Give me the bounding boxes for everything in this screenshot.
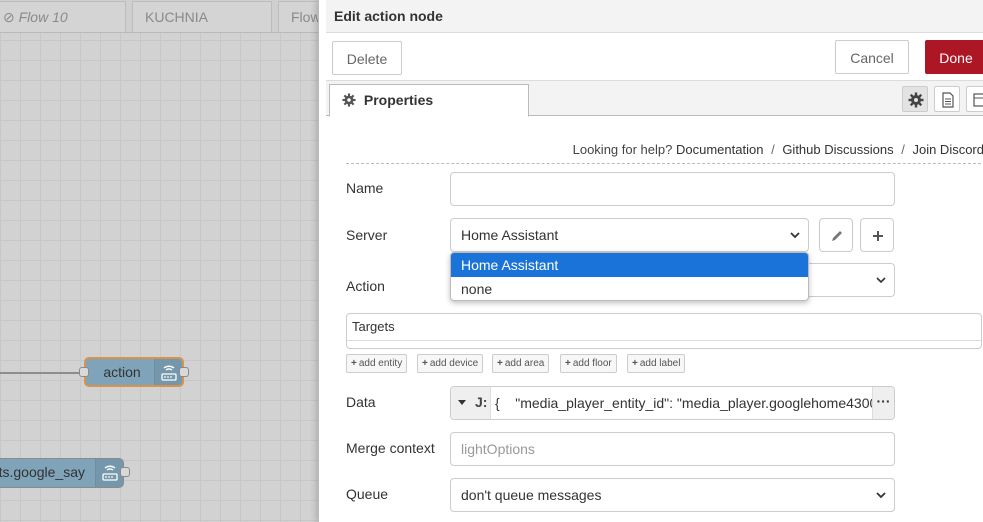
add-label-button[interactable]: + add label — [627, 354, 686, 373]
data-input[interactable]: J: { "media_player_entity_id": "media_pl… — [450, 386, 895, 420]
workspace-tab-label: Flow 10 — [18, 9, 68, 25]
add-area-button[interactable]: + add area — [492, 354, 550, 373]
data-label: Data — [346, 394, 376, 410]
gear-icon — [908, 92, 924, 108]
node-input-port[interactable] — [79, 367, 89, 377]
name-label: Name — [346, 180, 384, 196]
gear-icon — [342, 93, 356, 107]
workspace-tab-flow-10[interactable]: ⊘ Flow 10 — [0, 1, 126, 32]
server-option-home-assistant[interactable]: Home Assistant — [451, 253, 808, 277]
tray-header: Edit action node — [326, 0, 983, 33]
caret-down-icon — [458, 400, 466, 405]
chevron-down-icon — [790, 232, 800, 239]
edit-server-button[interactable] — [819, 218, 853, 252]
cancel-button[interactable]: Cancel — [835, 40, 909, 74]
merge-context-label: Merge context — [346, 440, 435, 456]
workspace-tab-bar: ⊘ Flow 10 KUCHNIA Flow — [0, 0, 318, 33]
flow-workspace[interactable]: ⊘ Flow 10 KUCHNIA Flow action ts.google_… — [0, 0, 318, 522]
node-label: action — [103, 364, 141, 380]
add-entity-button[interactable]: + add entity — [346, 354, 408, 373]
queue-select[interactable]: don't queue messages — [450, 478, 895, 512]
add-area-label: add area — [504, 358, 545, 369]
server-dropdown-list: Home Assistant none — [450, 252, 809, 301]
edit-tray: Edit action node Delete Cancel Done Prop… — [318, 0, 983, 522]
targets-box[interactable]: Targets — [346, 313, 982, 349]
action-label: Action — [346, 278, 385, 294]
pencil-icon — [832, 231, 842, 241]
documentation-link[interactable]: Documentation — [676, 142, 763, 157]
chevron-down-icon — [876, 492, 886, 499]
action-node[interactable]: action — [79, 357, 189, 387]
queue-label: Queue — [346, 486, 389, 502]
plus-icon: + — [422, 358, 428, 369]
github-discussions-link[interactable]: Github Discussions — [782, 142, 893, 157]
plus-icon: + — [632, 358, 638, 369]
add-server-button[interactable] — [860, 218, 894, 252]
workspace-tab-flow[interactable]: Flow — [278, 1, 318, 32]
merge-context-input[interactable] — [450, 432, 895, 466]
home-assistant-node-icon — [154, 359, 182, 385]
tray-toolbar: Delete Cancel Done — [326, 33, 983, 81]
node-output-port[interactable] — [120, 467, 130, 477]
workspace-tab-label: KUCHNIA — [145, 9, 209, 25]
targets-label: Targets — [352, 319, 395, 334]
disabled-icon: ⊘ — [3, 9, 15, 25]
tab-properties[interactable]: Properties — [329, 84, 529, 117]
add-label-label: add label — [639, 358, 681, 369]
help-separator: / — [901, 142, 905, 157]
plus-icon: + — [351, 358, 357, 369]
name-input[interactable] — [450, 172, 895, 206]
add-floor-label: add floor — [572, 358, 612, 369]
data-value: { "media_player_entity_id": "media_playe… — [495, 395, 875, 411]
layout-icon — [973, 93, 983, 107]
tray-title: Edit action node — [334, 8, 443, 24]
add-device-button[interactable]: + add device — [417, 354, 484, 373]
node-label: ts.google_say — [0, 464, 85, 480]
delete-button[interactable]: Delete — [332, 41, 402, 75]
appearance-tab[interactable] — [966, 86, 983, 112]
targets-divider — [347, 340, 981, 341]
editor-tabs: Properties — [326, 81, 983, 117]
chevron-down-icon — [876, 277, 886, 284]
json-icon: J: — [475, 394, 488, 410]
data-type-select[interactable]: J: — [451, 387, 491, 419]
workspace-tab-label: Flow — [291, 9, 318, 25]
home-assistant-node-icon — [95, 459, 123, 487]
expand-editor-button[interactable]: ··· — [872, 387, 894, 419]
workspace-tab-kuchnia[interactable]: KUCHNIA — [132, 1, 272, 32]
join-discord-link[interactable]: Join Discord — [912, 142, 983, 157]
add-entity-label: add entity — [358, 358, 403, 369]
help-separator: / — [771, 142, 775, 157]
plus-icon: + — [497, 358, 503, 369]
server-select-value: Home Assistant — [461, 227, 559, 243]
server-option-none[interactable]: none — [451, 277, 808, 300]
add-device-label: add device — [429, 358, 479, 369]
description-tab[interactable] — [934, 86, 960, 112]
plus-icon — [873, 231, 883, 241]
help-links: Looking for help? Documentation / Github… — [346, 142, 983, 164]
done-button[interactable]: Done — [925, 40, 983, 74]
node-settings-tab[interactable] — [902, 86, 928, 112]
node-output-port[interactable] — [179, 367, 189, 377]
google-say-node[interactable]: ts.google_say — [0, 458, 130, 488]
server-label: Server — [346, 227, 388, 243]
add-floor-button[interactable]: + add floor — [560, 354, 617, 373]
queue-select-value: don't queue messages — [461, 487, 602, 503]
tab-properties-label: Properties — [363, 92, 434, 108]
file-text-icon — [942, 92, 954, 108]
help-prefix: Looking for help? — [572, 142, 673, 157]
plus-icon: + — [565, 358, 571, 369]
server-select[interactable]: Home Assistant — [450, 218, 809, 252]
flow-wire[interactable] — [0, 372, 84, 374]
